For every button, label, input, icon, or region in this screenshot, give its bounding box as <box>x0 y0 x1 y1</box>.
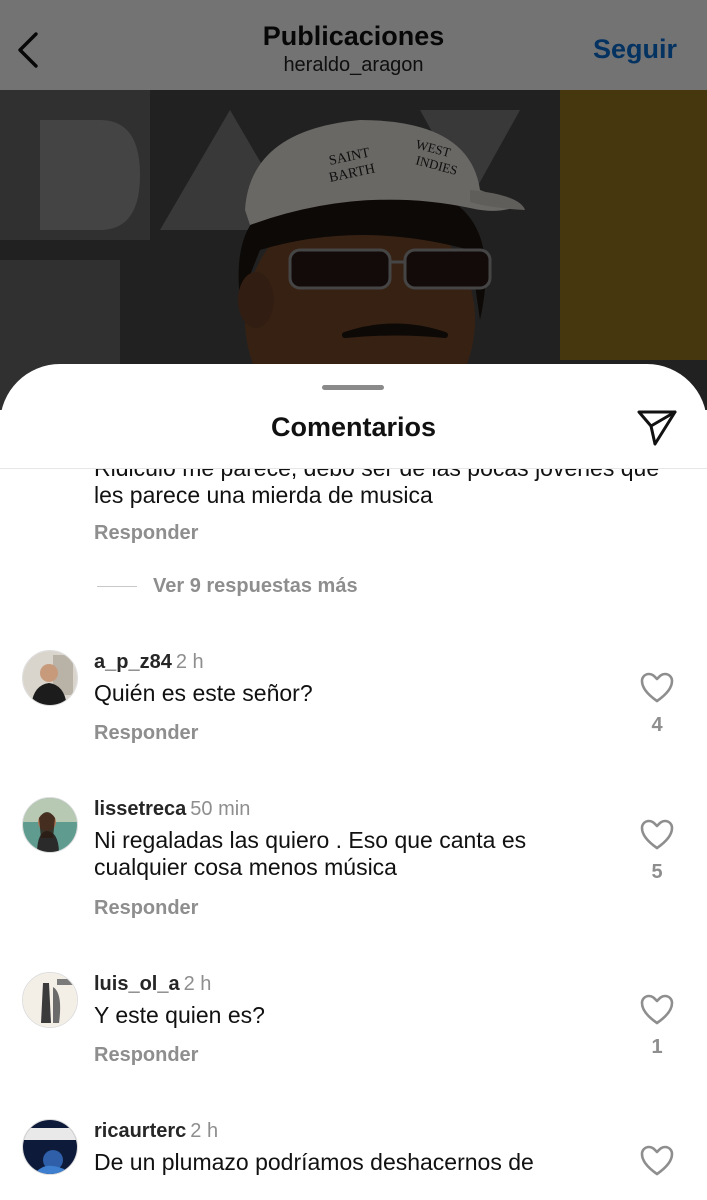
top-header: Publicaciones heraldo_aragon Seguir <box>0 0 707 90</box>
comment-text: De un plumazo podríamos deshacernos de <box>94 1149 534 1175</box>
user-avatar-image <box>23 798 77 852</box>
avatar[interactable] <box>22 650 78 706</box>
comment-time: 50 min <box>190 798 251 820</box>
comments-sheet: Comentarios Ridiculo me parece, debo ser… <box>0 364 707 1200</box>
comment-username[interactable]: luis_ol_a <box>94 973 180 995</box>
reply-button[interactable]: Responder <box>94 522 198 545</box>
avatar[interactable] <box>22 972 78 1028</box>
post-image: SAINT BARTH WEST INDIES <box>0 90 707 410</box>
comment-time: 2 h <box>190 1120 219 1142</box>
reply-button[interactable]: Responder <box>94 1044 198 1067</box>
comment-meta: lissetreca 50 min <box>94 797 250 821</box>
heart-icon[interactable] <box>640 994 674 1026</box>
comment-meta: a_p_z84 2 h <box>94 650 204 674</box>
follow-button[interactable]: Seguir <box>593 34 677 65</box>
reply-button[interactable]: Responder <box>94 897 198 920</box>
comments-list[interactable]: Ridiculo me parece, debo ser de las poca… <box>0 469 707 1200</box>
replies-divider-line <box>97 586 137 587</box>
like-count: 1 <box>651 1036 663 1058</box>
comment-time: 2 h <box>183 973 212 995</box>
view-more-replies[interactable]: Ver 9 respuestas más <box>97 575 358 598</box>
comment-text-partial: Ridiculo me parece, debo ser de las poca… <box>94 469 659 508</box>
post-photo[interactable]: SAINT BARTH WEST INDIES <box>0 90 707 410</box>
sheet-title: Comentarios <box>270 412 437 442</box>
comment-time: 2 h <box>175 651 204 673</box>
share-button[interactable] <box>635 408 679 448</box>
user-avatar-image <box>23 973 77 1027</box>
comment-meta: luis_ol_a 2 h <box>94 972 211 996</box>
paper-plane-icon <box>637 410 677 446</box>
comment-meta: ricaurterc 2 h <box>94 1119 218 1143</box>
view-more-replies-label: Ver 9 respuestas más <box>153 575 358 597</box>
comment-text: Ni regaladas las quiero . Eso que canta … <box>94 827 527 880</box>
avatar[interactable] <box>22 1119 78 1175</box>
comment-username[interactable]: a_p_z84 <box>94 651 172 673</box>
reply-button[interactable]: Responder <box>94 722 198 745</box>
user-avatar-image <box>23 651 77 705</box>
comment-username[interactable]: ricaurterc <box>94 1120 186 1142</box>
heart-icon[interactable] <box>640 672 674 704</box>
comment-username[interactable]: lissetreca <box>94 798 186 820</box>
comment-text: Y este quien es? <box>94 1002 265 1028</box>
user-avatar-image <box>23 1120 77 1174</box>
avatar[interactable] <box>22 797 78 853</box>
heart-icon[interactable] <box>640 819 674 851</box>
comment-text: Quién es este señor? <box>94 680 313 706</box>
like-count: 5 <box>651 861 663 883</box>
like-count: 4 <box>651 714 663 736</box>
sheet-grabber[interactable] <box>322 385 384 390</box>
heart-icon[interactable] <box>640 1145 674 1177</box>
